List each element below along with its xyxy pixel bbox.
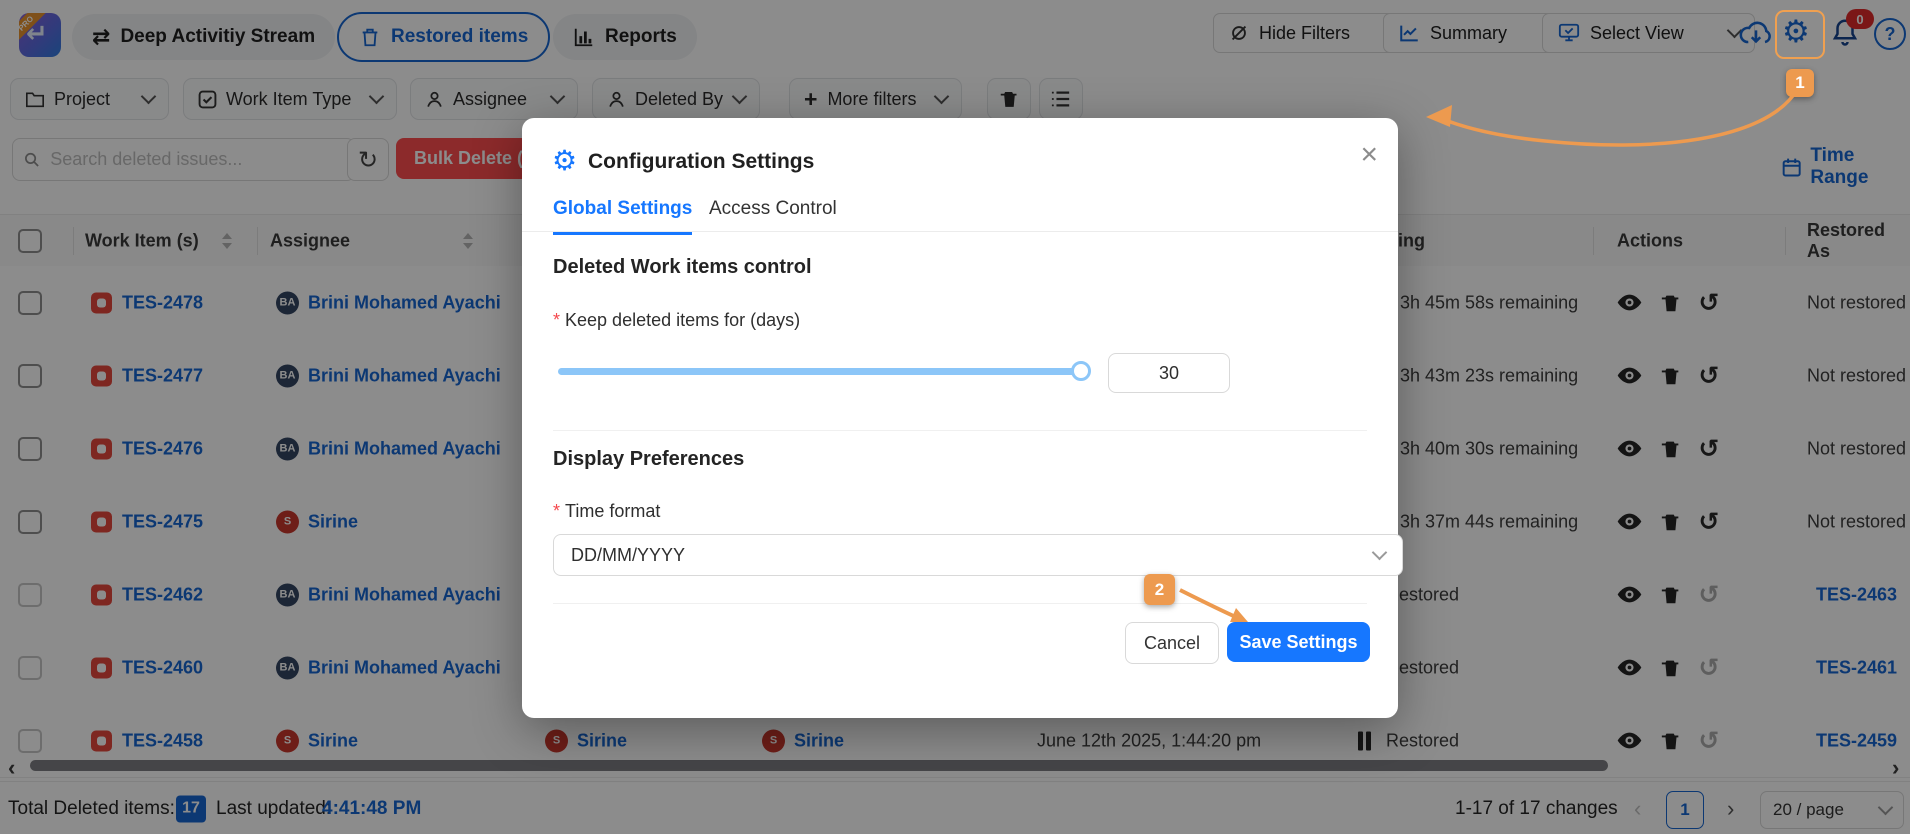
app-window: ↵ PRO ⇄ Deep Activitiy Stream Restored i… bbox=[0, 0, 1910, 834]
slider-handle[interactable] bbox=[1071, 361, 1091, 381]
retention-days-slider[interactable] bbox=[558, 368, 1082, 375]
tab-global-settings[interactable]: Global Settings bbox=[553, 198, 692, 235]
tab-access-control[interactable]: Access Control bbox=[709, 198, 837, 220]
cancel-button[interactable]: Cancel bbox=[1125, 622, 1219, 664]
required-asterisk: * bbox=[553, 501, 560, 521]
configuration-settings-modal: ⚙ Configuration Settings × Global Settin… bbox=[522, 118, 1398, 718]
section-deleted-items-control: Deleted Work items control bbox=[553, 256, 812, 279]
retention-days-input[interactable]: 30 bbox=[1108, 353, 1230, 393]
gear-highlight-box bbox=[1775, 10, 1825, 59]
tour-step-1-badge: 1 bbox=[1786, 69, 1814, 97]
time-format-label: *Time format bbox=[553, 501, 660, 522]
required-asterisk: * bbox=[553, 310, 560, 330]
tour-step-2-badge: 2 bbox=[1144, 574, 1175, 605]
gear-icon: ⚙ bbox=[552, 144, 577, 177]
modal-title: Configuration Settings bbox=[588, 150, 814, 174]
section-display-preferences: Display Preferences bbox=[553, 448, 744, 471]
close-icon[interactable]: × bbox=[1360, 140, 1378, 170]
chevron-down-icon bbox=[1372, 545, 1388, 561]
keep-deleted-label: *Keep deleted items for (days) bbox=[553, 310, 800, 331]
time-format-select[interactable]: DD/MM/YYYY bbox=[553, 534, 1403, 576]
save-settings-button[interactable]: Save Settings bbox=[1227, 622, 1370, 662]
